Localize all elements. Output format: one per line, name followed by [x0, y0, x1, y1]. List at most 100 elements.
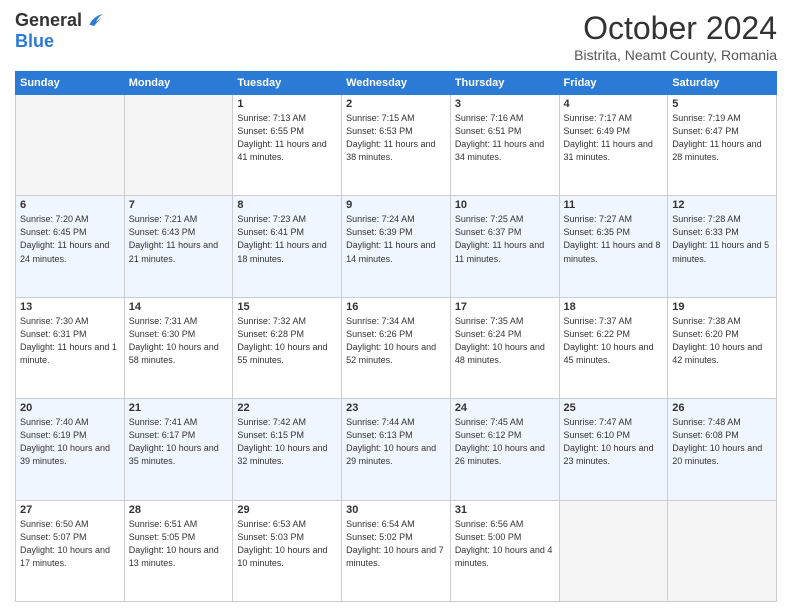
day-info: Sunrise: 7:47 AM Sunset: 6:10 PM Dayligh…	[564, 416, 664, 468]
day-info: Sunrise: 7:27 AM Sunset: 6:35 PM Dayligh…	[564, 213, 664, 265]
calendar-cell: 17Sunrise: 7:35 AM Sunset: 6:24 PM Dayli…	[450, 297, 559, 398]
day-info: Sunrise: 7:16 AM Sunset: 6:51 PM Dayligh…	[455, 112, 555, 164]
day-info: Sunrise: 7:17 AM Sunset: 6:49 PM Dayligh…	[564, 112, 664, 164]
month-title: October 2024	[574, 10, 777, 47]
calendar-cell	[124, 95, 233, 196]
day-info: Sunrise: 6:53 AM Sunset: 5:03 PM Dayligh…	[237, 518, 337, 570]
calendar-cell	[668, 500, 777, 601]
calendar-cell: 10Sunrise: 7:25 AM Sunset: 6:37 PM Dayli…	[450, 196, 559, 297]
day-number: 28	[129, 504, 229, 516]
weekday-header-thursday: Thursday	[450, 72, 559, 95]
day-number: 8	[237, 199, 337, 211]
day-number: 19	[672, 301, 772, 313]
calendar-cell: 22 Sunrise: 7:42 AM Sunset: 6:15 PM Dayli…	[233, 399, 342, 500]
weekday-header-sunday: Sunday	[16, 72, 125, 95]
day-number: 12	[672, 199, 772, 211]
calendar-cell: 19 Sunrise: 7:38 AM Sunset: 6:20 PM Dayli…	[668, 297, 777, 398]
day-number: 29	[237, 504, 337, 516]
day-info: Sunrise: 6:50 AM Sunset: 5:07 PM Dayligh…	[20, 518, 120, 570]
day-info: Sunrise: 6:51 AM Sunset: 5:05 PM Dayligh…	[129, 518, 229, 570]
calendar-cell: 23 Sunrise: 7:44 AM Sunset: 6:13 PM Dayli…	[342, 399, 451, 500]
week-row-4: 20Sunrise: 7:40 AM Sunset: 6:19 PM Dayli…	[16, 399, 777, 500]
calendar-cell: 16Sunrise: 7:34 AM Sunset: 6:26 PM Dayli…	[342, 297, 451, 398]
calendar-cell: 20Sunrise: 7:40 AM Sunset: 6:19 PM Dayli…	[16, 399, 125, 500]
calendar-cell: 4Sunrise: 7:17 AM Sunset: 6:49 PM Daylig…	[559, 95, 668, 196]
day-number: 9	[346, 199, 446, 211]
calendar-cell: 12 Sunrise: 7:28 AM Sunset: 6:33 PM Dayli…	[668, 196, 777, 297]
calendar-cell: 31 Sunrise: 6:56 AM Sunset: 5:00 PM Dayli…	[450, 500, 559, 601]
day-info: Sunrise: 7:25 AM Sunset: 6:37 PM Dayligh…	[455, 213, 555, 265]
calendar-cell: 26Sunrise: 7:48 AM Sunset: 6:08 PM Dayli…	[668, 399, 777, 500]
day-number: 15	[237, 301, 337, 313]
day-number: 18	[564, 301, 664, 313]
day-info: Sunrise: 7:15 AM Sunset: 6:53 PM Dayligh…	[346, 112, 446, 164]
day-number: 13	[20, 301, 120, 313]
day-info: Sunrise: 7:37 AM Sunset: 6:22 PM Dayligh…	[564, 315, 664, 367]
week-row-3: 13 Sunrise: 7:30 AM Sunset: 6:31 PM Dayli…	[16, 297, 777, 398]
week-row-1: 1Sunrise: 7:13 AM Sunset: 6:55 PM Daylig…	[16, 95, 777, 196]
weekday-header-tuesday: Tuesday	[233, 72, 342, 95]
day-info: Sunrise: 7:38 AM Sunset: 6:20 PM Dayligh…	[672, 315, 772, 367]
day-info: Sunrise: 7:31 AM Sunset: 6:30 PM Dayligh…	[129, 315, 229, 367]
day-number: 2	[346, 98, 446, 110]
logo-general-text: General	[15, 10, 82, 31]
day-number: 21	[129, 402, 229, 414]
day-info: Sunrise: 7:45 AM Sunset: 6:12 PM Dayligh…	[455, 416, 555, 468]
day-info: Sunrise: 7:44 AM Sunset: 6:13 PM Dayligh…	[346, 416, 446, 468]
day-number: 24	[455, 402, 555, 414]
calendar-cell	[559, 500, 668, 601]
weekday-header-row: SundayMondayTuesdayWednesdayThursdayFrid…	[16, 72, 777, 95]
calendar-cell: 8Sunrise: 7:23 AM Sunset: 6:41 PM Daylig…	[233, 196, 342, 297]
calendar-cell: 9 Sunrise: 7:24 AM Sunset: 6:39 PM Daylig…	[342, 196, 451, 297]
calendar-cell: 2 Sunrise: 7:15 AM Sunset: 6:53 PM Daylig…	[342, 95, 451, 196]
calendar-cell: 25Sunrise: 7:47 AM Sunset: 6:10 PM Dayli…	[559, 399, 668, 500]
logo: General Blue	[15, 10, 104, 52]
title-block: October 2024 Bistrita, Neamt County, Rom…	[574, 10, 777, 63]
day-info: Sunrise: 7:30 AM Sunset: 6:31 PM Dayligh…	[20, 315, 120, 367]
weekday-header-wednesday: Wednesday	[342, 72, 451, 95]
day-number: 16	[346, 301, 446, 313]
day-number: 26	[672, 402, 772, 414]
calendar-cell: 11 Sunrise: 7:27 AM Sunset: 6:35 PM Dayli…	[559, 196, 668, 297]
day-info: Sunrise: 7:41 AM Sunset: 6:17 PM Dayligh…	[129, 416, 229, 468]
day-info: Sunrise: 7:19 AM Sunset: 6:47 PM Dayligh…	[672, 112, 772, 164]
day-info: Sunrise: 7:24 AM Sunset: 6:39 PM Dayligh…	[346, 213, 446, 265]
header: General Blue October 2024 Bistrita, Neam…	[15, 10, 777, 63]
logo-blue-text: Blue	[15, 31, 104, 52]
calendar-cell: 24 Sunrise: 7:45 AM Sunset: 6:12 PM Dayli…	[450, 399, 559, 500]
day-number: 1	[237, 98, 337, 110]
day-number: 27	[20, 504, 120, 516]
day-info: Sunrise: 7:35 AM Sunset: 6:24 PM Dayligh…	[455, 315, 555, 367]
day-number: 3	[455, 98, 555, 110]
day-info: Sunrise: 7:20 AM Sunset: 6:45 PM Dayligh…	[20, 213, 120, 265]
calendar-cell: 5 Sunrise: 7:19 AM Sunset: 6:47 PM Daylig…	[668, 95, 777, 196]
day-number: 30	[346, 504, 446, 516]
day-number: 6	[20, 199, 120, 211]
calendar-cell: 18 Sunrise: 7:37 AM Sunset: 6:22 PM Dayli…	[559, 297, 668, 398]
day-info: Sunrise: 7:40 AM Sunset: 6:19 PM Dayligh…	[20, 416, 120, 468]
day-info: Sunrise: 6:54 AM Sunset: 5:02 PM Dayligh…	[346, 518, 446, 570]
weekday-header-friday: Friday	[559, 72, 668, 95]
calendar-cell: 30 Sunrise: 6:54 AM Sunset: 5:02 PM Dayli…	[342, 500, 451, 601]
day-number: 11	[564, 199, 664, 211]
day-info: Sunrise: 7:21 AM Sunset: 6:43 PM Dayligh…	[129, 213, 229, 265]
day-info: Sunrise: 6:56 AM Sunset: 5:00 PM Dayligh…	[455, 518, 555, 570]
calendar-cell: 1Sunrise: 7:13 AM Sunset: 6:55 PM Daylig…	[233, 95, 342, 196]
week-row-5: 27 Sunrise: 6:50 AM Sunset: 5:07 PM Dayli…	[16, 500, 777, 601]
calendar-cell: 29 Sunrise: 6:53 AM Sunset: 5:03 PM Dayli…	[233, 500, 342, 601]
calendar-cell: 14Sunrise: 7:31 AM Sunset: 6:30 PM Dayli…	[124, 297, 233, 398]
day-number: 23	[346, 402, 446, 414]
calendar-cell: 27 Sunrise: 6:50 AM Sunset: 5:07 PM Dayli…	[16, 500, 125, 601]
day-info: Sunrise: 7:32 AM Sunset: 6:28 PM Dayligh…	[237, 315, 337, 367]
day-number: 5	[672, 98, 772, 110]
day-number: 31	[455, 504, 555, 516]
day-info: Sunrise: 7:28 AM Sunset: 6:33 PM Dayligh…	[672, 213, 772, 265]
calendar-cell: 7Sunrise: 7:21 AM Sunset: 6:43 PM Daylig…	[124, 196, 233, 297]
calendar-cell: 6 Sunrise: 7:20 AM Sunset: 6:45 PM Daylig…	[16, 196, 125, 297]
calendar-cell: 21 Sunrise: 7:41 AM Sunset: 6:17 PM Dayli…	[124, 399, 233, 500]
week-row-2: 6 Sunrise: 7:20 AM Sunset: 6:45 PM Daylig…	[16, 196, 777, 297]
weekday-header-saturday: Saturday	[668, 72, 777, 95]
calendar-cell: 28 Sunrise: 6:51 AM Sunset: 5:05 PM Dayli…	[124, 500, 233, 601]
day-info: Sunrise: 7:42 AM Sunset: 6:15 PM Dayligh…	[237, 416, 337, 468]
day-number: 22	[237, 402, 337, 414]
